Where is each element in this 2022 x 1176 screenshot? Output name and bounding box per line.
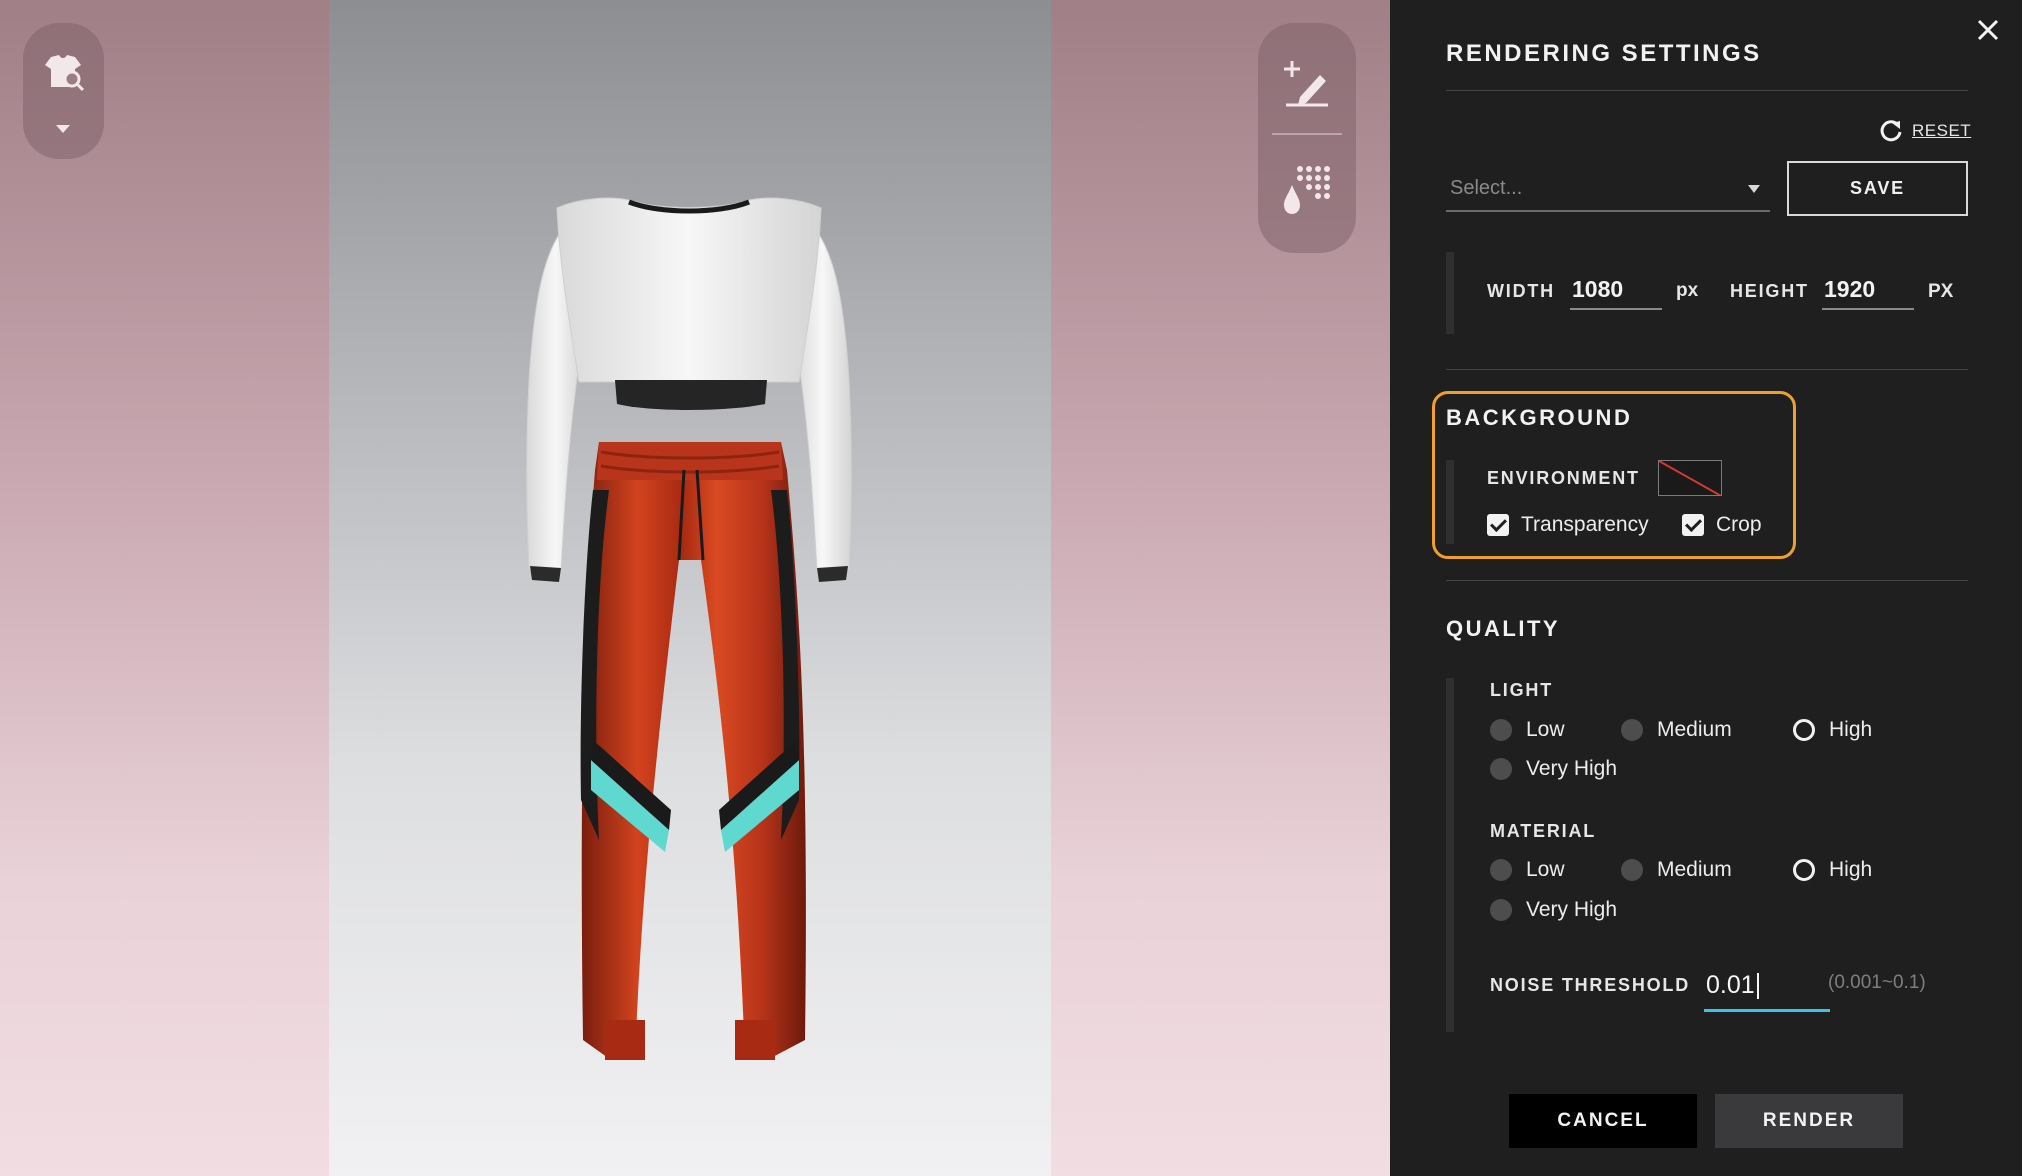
background-divider <box>1446 580 1968 581</box>
radio-selected-icon[interactable] <box>1793 859 1815 881</box>
radio-icon[interactable] <box>1621 719 1643 741</box>
width-unit: px <box>1676 280 1699 301</box>
render-button[interactable]: RENDER <box>1715 1094 1903 1148</box>
checkbox-checked-icon[interactable] <box>1682 514 1704 536</box>
radio-icon[interactable] <box>1490 758 1512 780</box>
material-option-medium[interactable]: Medium <box>1621 858 1732 882</box>
material-label: MATERIAL <box>1490 821 1597 841</box>
3d-viewport[interactable] <box>0 0 1390 1176</box>
width-input[interactable]: 1080 <box>1570 270 1662 310</box>
radio-label: Very High <box>1526 898 1618 921</box>
radio-icon[interactable] <box>1490 859 1512 881</box>
caret-down-icon[interactable] <box>55 123 71 135</box>
garment-tool-menu[interactable] <box>23 23 104 159</box>
height-label: HEIGHT <box>1730 281 1809 301</box>
texture-dropper-icon[interactable] <box>1282 163 1332 215</box>
reset-icon <box>1880 120 1902 142</box>
caret-down-icon <box>1748 185 1760 193</box>
material-option-low[interactable]: Low <box>1490 858 1565 882</box>
cancel-button[interactable]: CANCEL <box>1509 1094 1697 1148</box>
radio-icon[interactable] <box>1490 719 1512 741</box>
radio-label: Very High <box>1526 757 1618 780</box>
reset-button[interactable]: RESET <box>1878 116 1971 146</box>
radio-selected-icon[interactable] <box>1793 719 1815 741</box>
preset-placeholder: Select... <box>1450 176 1523 199</box>
no-environment-icon <box>1659 461 1721 495</box>
background-title: BACKGROUND <box>1446 405 1633 430</box>
quality-group-bar <box>1446 678 1454 1032</box>
light-option-low[interactable]: Low <box>1490 718 1565 742</box>
tool-divider <box>1272 133 1342 135</box>
transparency-checkbox[interactable]: Transparency <box>1487 513 1649 537</box>
noise-threshold-range: (0.001~0.1) <box>1828 972 1926 993</box>
radio-label: Low <box>1526 718 1565 741</box>
radio-label: High <box>1829 858 1873 881</box>
rendering-settings-panel: RENDERING SETTINGS RESET Select... SAVE … <box>1390 0 2022 1176</box>
garment-search-icon[interactable] <box>41 53 87 93</box>
radio-label: Medium <box>1657 858 1732 881</box>
size-divider <box>1446 369 1968 370</box>
size-group-bar <box>1446 252 1454 334</box>
environment-swatch[interactable] <box>1658 460 1722 496</box>
height-unit: PX <box>1928 281 1954 302</box>
noise-threshold-input[interactable]: 0.01 <box>1704 962 1830 1012</box>
reset-label: RESET <box>1912 121 1972 140</box>
checkbox-checked-icon[interactable] <box>1487 514 1509 536</box>
preset-select[interactable]: Select... <box>1446 166 1770 212</box>
quality-title: QUALITY <box>1446 616 1561 641</box>
panel-title: RENDERING SETTINGS <box>1446 40 1762 67</box>
noise-threshold-label: NOISE THRESHOLD <box>1490 975 1691 995</box>
close-icon[interactable] <box>1970 12 2006 48</box>
title-divider <box>1446 90 1968 91</box>
transparency-label: Transparency <box>1521 513 1649 536</box>
add-annotation-icon[interactable] <box>1282 59 1332 109</box>
radio-label: Low <box>1526 858 1565 881</box>
light-label: LIGHT <box>1490 680 1553 700</box>
save-preset-button[interactable]: SAVE <box>1787 161 1968 216</box>
radio-label: Medium <box>1657 718 1732 741</box>
radio-icon[interactable] <box>1490 899 1512 921</box>
crop-label: Crop <box>1716 513 1762 536</box>
crop-checkbox[interactable]: Crop <box>1682 513 1762 537</box>
garment-preview <box>526 197 852 1060</box>
background-group-bar <box>1446 460 1454 544</box>
radio-icon[interactable] <box>1621 859 1643 881</box>
environment-label: ENVIRONMENT <box>1487 468 1640 488</box>
edit-tool-menu[interactable] <box>1258 23 1356 253</box>
light-option-very-high[interactable]: Very High <box>1490 757 1617 781</box>
height-input[interactable]: 1920 <box>1822 270 1914 310</box>
material-option-high[interactable]: High <box>1793 858 1872 882</box>
material-option-very-high[interactable]: Very High <box>1490 898 1617 922</box>
light-option-high[interactable]: High <box>1793 718 1872 742</box>
width-label: WIDTH <box>1487 281 1555 301</box>
radio-label: High <box>1829 718 1873 741</box>
light-option-medium[interactable]: Medium <box>1621 718 1732 742</box>
